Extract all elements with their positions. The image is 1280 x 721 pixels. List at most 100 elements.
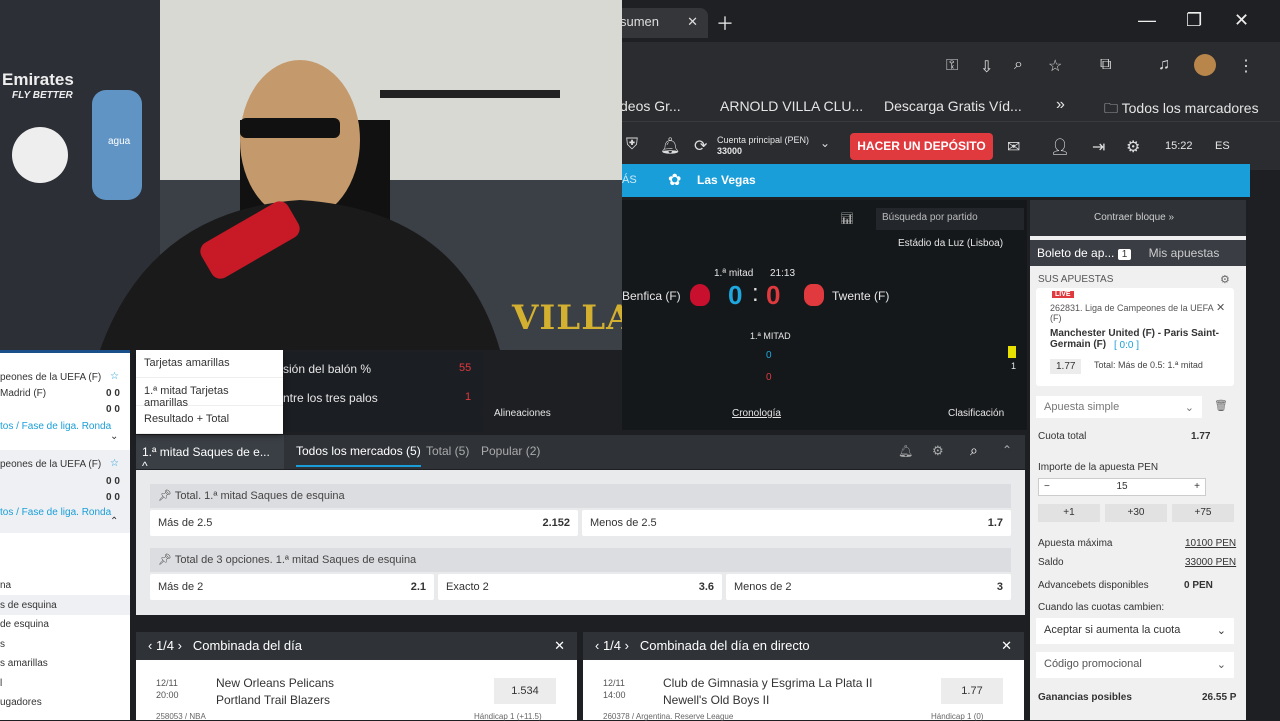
remove-bet-icon[interactable]: ✕ bbox=[1216, 301, 1225, 314]
plus-icon[interactable]: + bbox=[1194, 481, 1200, 492]
media-icon[interactable]: ♫ bbox=[1158, 56, 1170, 74]
collapse-icon[interactable]: ⌃ bbox=[1002, 443, 1012, 457]
odd-button[interactable]: Menos de 2.5 1.7 bbox=[582, 510, 1011, 536]
user-icon[interactable]: 👤︎ bbox=[1050, 137, 1070, 157]
menu-item-3[interactable]: de esquina bbox=[0, 619, 49, 630]
folder-icon: 🗀 bbox=[1104, 100, 1118, 116]
odds-change-select[interactable]: Aceptar si aumenta la cuota ⌄ bbox=[1036, 618, 1234, 644]
nav-lasvegas[interactable]: Las Vegas bbox=[697, 173, 756, 187]
zoom-icon[interactable]: ⌕ bbox=[1014, 56, 1023, 74]
all-bookmarks[interactable]: 🗀 Todos los marcadores bbox=[1104, 98, 1259, 122]
standings-link[interactable]: Clasificación bbox=[948, 408, 1004, 419]
collapse-block[interactable]: Contraer bloque » bbox=[1030, 200, 1246, 236]
combo-nav[interactable]: ‹ 1/4 › bbox=[148, 638, 182, 653]
close-icon[interactable]: ✕ bbox=[1001, 638, 1012, 654]
markets-header: 1.ª mitad Saques de e... ^ Todos los mer… bbox=[136, 435, 1025, 473]
team-row-1[interactable]: Madrid (F) bbox=[0, 388, 46, 399]
close-icon[interactable]: ✕ bbox=[554, 638, 565, 654]
account-value: 33000 bbox=[717, 146, 743, 156]
favorite-star-icon[interactable]: ☆ bbox=[110, 371, 119, 382]
dropdown-item-2[interactable]: 1.ª mitad Tarjetas amarillas bbox=[136, 378, 283, 409]
chart-icon[interactable]: 📊︎ bbox=[840, 212, 854, 225]
tab-all-markets[interactable]: Todos los mercados (5) bbox=[296, 444, 421, 467]
tab-popular[interactable]: Popular (2) bbox=[481, 444, 540, 458]
language-selector[interactable]: ES bbox=[1215, 140, 1230, 152]
stat-away: 0 bbox=[766, 372, 772, 383]
menu-item-7[interactable]: ugadores bbox=[0, 697, 42, 708]
market-group-2[interactable]: 📌︎ Total de 3 opciones. 1.ª mitad Saques… bbox=[150, 548, 1011, 572]
league-link-1[interactable]: tos / Fase de liga. Ronda bbox=[0, 421, 111, 432]
account-selector[interactable]: Cuenta principal (PEN) 33000 bbox=[717, 135, 809, 157]
league-link-2[interactable]: tos / Fase de liga. Ronda bbox=[0, 507, 111, 518]
chevron-down-icon[interactable]: ⌄ bbox=[820, 136, 830, 150]
menu-item-1[interactable]: na bbox=[0, 580, 11, 591]
bell-icon[interactable]: 🔔︎ bbox=[898, 444, 913, 458]
close-tab-icon[interactable]: ✕ bbox=[687, 14, 698, 30]
quick-stake-1[interactable]: +1 bbox=[1038, 504, 1100, 522]
bookmark-1[interactable]: deos Gr... bbox=[620, 98, 681, 114]
odd-label: Exacto 2 bbox=[446, 581, 489, 593]
menu-item-5[interactable]: s amarillas bbox=[0, 658, 48, 669]
nav-more[interactable]: ÁS bbox=[622, 174, 637, 186]
tab-betslip[interactable]: Boleto de ap... bbox=[1037, 246, 1114, 260]
bookmark-2[interactable]: ARNOLD VILLA CLU... bbox=[720, 98, 863, 114]
combo-odd[interactable]: 1.77 bbox=[941, 678, 1003, 704]
promo-code-select[interactable]: Código promocional ⌄ bbox=[1036, 652, 1234, 678]
webcam-overlay: Emirates FLY BETTER agua VILLA bbox=[0, 0, 622, 350]
search-icon[interactable]: ⌕ bbox=[970, 442, 978, 459]
score-row-2: 0 0 bbox=[106, 404, 120, 415]
deposit-button[interactable]: HACER UN DEPÓSITO bbox=[850, 133, 993, 160]
odd-button[interactable]: Exacto 2 3.6 bbox=[438, 574, 722, 600]
lineups-link[interactable]: Alineaciones bbox=[494, 408, 551, 419]
stake-input[interactable]: − 15 + bbox=[1038, 478, 1206, 496]
odd-button[interactable]: Más de 2 2.1 bbox=[150, 574, 434, 600]
key-icon[interactable]: ⚿ bbox=[946, 57, 958, 75]
shield-icon[interactable]: ⛨ bbox=[626, 136, 638, 154]
market-group-1[interactable]: 📌︎ Total. 1.ª mitad Saques de esquina bbox=[150, 484, 1011, 508]
timeline-link[interactable]: Cronología bbox=[732, 408, 781, 419]
chevron-down-icon[interactable]: ⌄ bbox=[110, 431, 118, 442]
market-selector[interactable]: 1.ª mitad Saques de e... ^ bbox=[136, 435, 284, 473]
install-icon[interactable]: ⇩ bbox=[980, 57, 993, 77]
gear-icon[interactable]: ⚙ bbox=[1126, 137, 1140, 157]
refresh-icon[interactable]: ⟳ bbox=[694, 136, 707, 156]
gear-icon[interactable]: ⚙ bbox=[932, 443, 944, 459]
quick-stake-3[interactable]: +75 bbox=[1172, 504, 1234, 522]
favorite-star-icon[interactable]: ☆ bbox=[110, 458, 119, 469]
menu-item-6[interactable]: l bbox=[0, 678, 2, 689]
bet-type-label: Apuesta simple bbox=[1044, 401, 1120, 413]
tab-my-bets[interactable]: Mis apuestas bbox=[1149, 246, 1220, 260]
quick-stake-2[interactable]: +30 bbox=[1105, 504, 1167, 522]
more-bookmarks-icon[interactable]: » bbox=[1056, 96, 1065, 114]
dropdown-item-1[interactable]: Tarjetas amarillas bbox=[136, 350, 283, 378]
logout-icon[interactable]: ⇥ bbox=[1092, 137, 1105, 157]
search-input[interactable]: Búsqueda por partido bbox=[876, 208, 1024, 230]
mail-icon[interactable]: ✉ bbox=[1007, 137, 1020, 157]
combo-odd[interactable]: 1.534 bbox=[494, 678, 556, 704]
odd-button[interactable]: Menos de 2 3 bbox=[726, 574, 1011, 600]
avatar[interactable] bbox=[1194, 54, 1216, 76]
menu-icon[interactable]: ⋮ bbox=[1238, 56, 1254, 76]
minimize-icon[interactable]: — bbox=[1138, 10, 1156, 31]
odd-button[interactable]: Más de 2.5 2.152 bbox=[150, 510, 578, 536]
close-window-icon[interactable]: ✕ bbox=[1234, 10, 1249, 31]
restore-icon[interactable]: ❐ bbox=[1186, 10, 1202, 31]
menu-item-4[interactable]: s bbox=[0, 639, 5, 650]
trash-icon[interactable]: 🗑︎ bbox=[1214, 399, 1228, 412]
tab-total[interactable]: Total (5) bbox=[426, 444, 469, 458]
combo-nav[interactable]: ‹ 1/4 › bbox=[595, 638, 629, 653]
extensions-icon[interactable]: ⧉ bbox=[1100, 56, 1111, 74]
settings-icon[interactable]: ⚙ bbox=[1220, 273, 1230, 286]
menu-item-2[interactable]: s de esquina bbox=[0, 600, 57, 611]
star-icon[interactable]: ☆ bbox=[1048, 56, 1062, 76]
max-bet-value[interactable]: 10100 PEN bbox=[1185, 538, 1236, 549]
browser-tab[interactable]: sumen ✕ bbox=[612, 8, 708, 38]
chevron-up-icon[interactable]: ⌃ bbox=[110, 516, 118, 527]
bell-icon[interactable]: 🔔︎ bbox=[660, 136, 680, 156]
minus-icon[interactable]: − bbox=[1044, 481, 1050, 492]
new-tab-icon[interactable]: ＋ bbox=[716, 10, 734, 36]
dropdown-item-3[interactable]: Resultado + Total bbox=[136, 406, 283, 434]
sponsor-text: Emirates bbox=[2, 70, 74, 89]
bookmark-3[interactable]: Descarga Gratis Víd... bbox=[884, 98, 1022, 114]
bet-type-select[interactable]: Apuesta simple ⌄ bbox=[1036, 396, 1202, 418]
